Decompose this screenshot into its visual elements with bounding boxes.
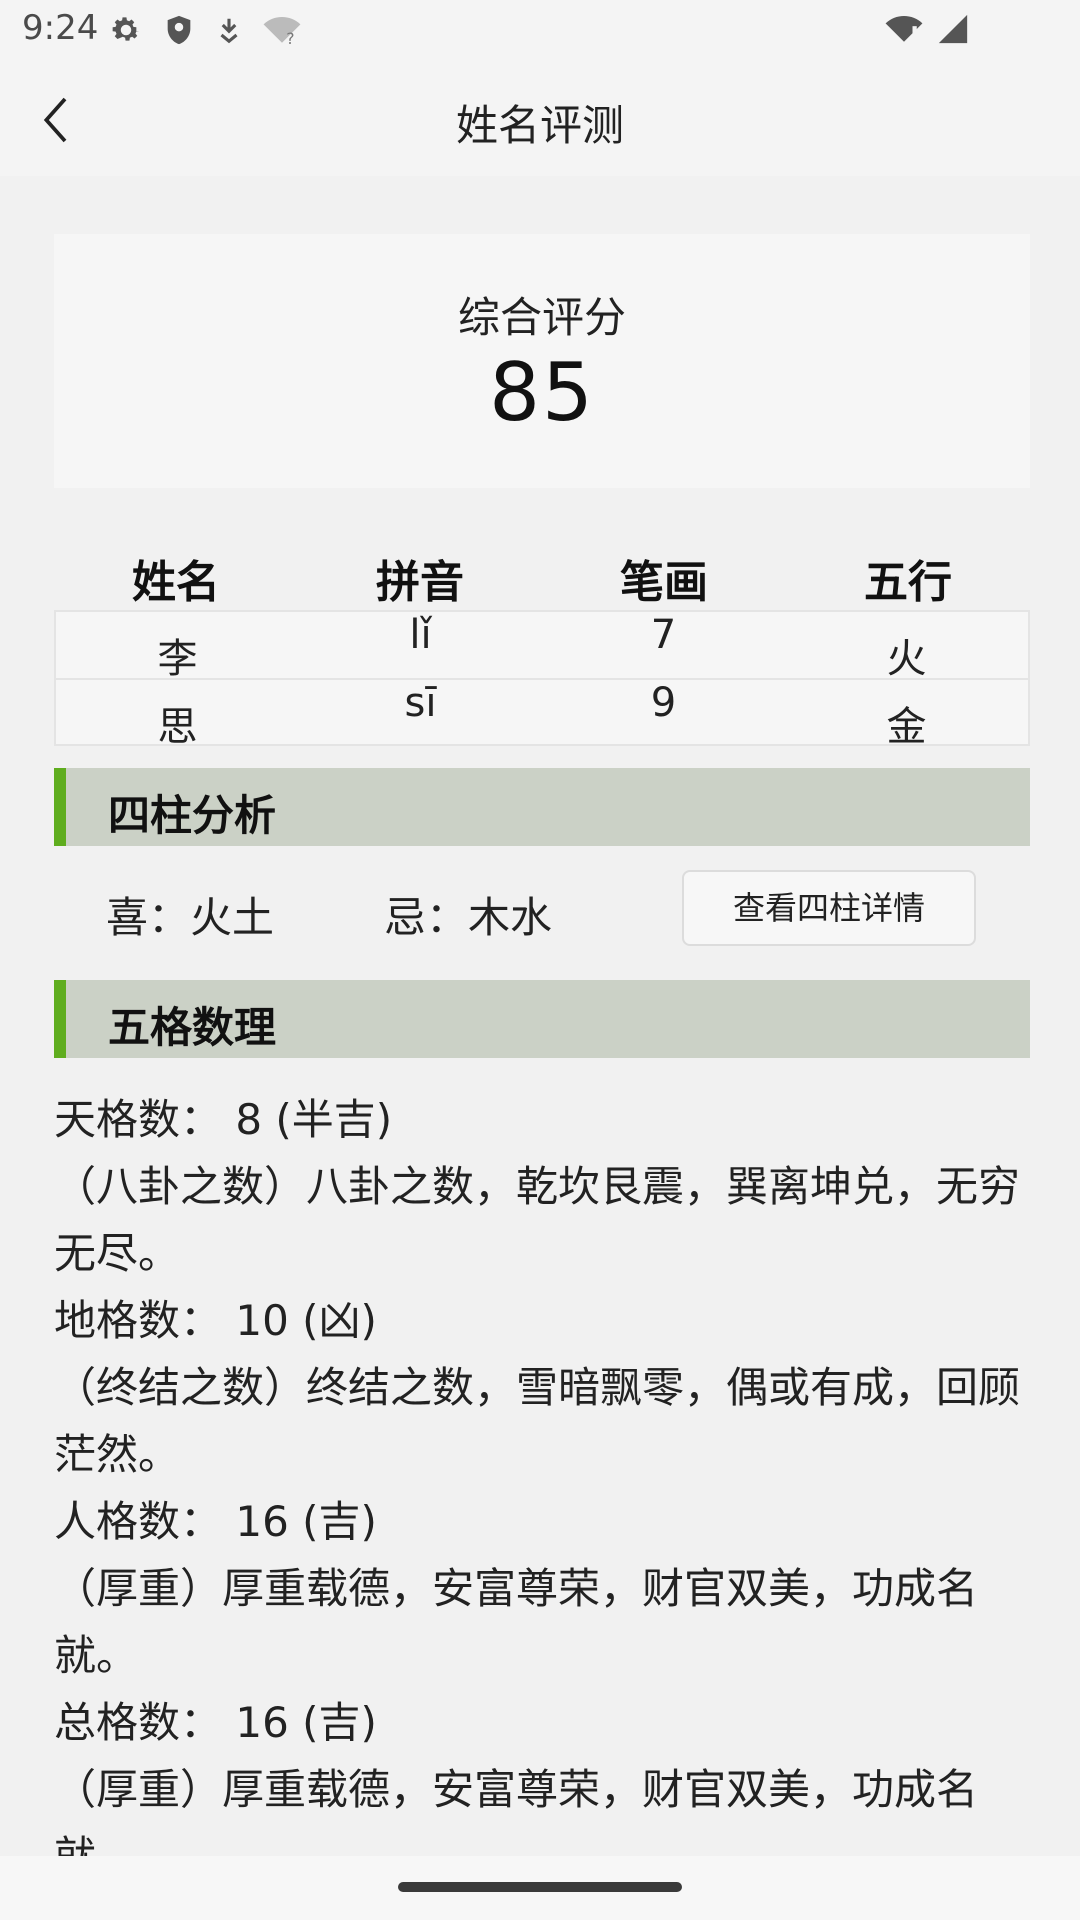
header-pinyin: 拼音: [376, 557, 464, 608]
cell-wuxing: 金: [886, 704, 927, 750]
gear-icon: [112, 17, 140, 41]
wuge-item-title: 总格数： 16 (吉): [54, 1698, 377, 1747]
table-row: 李 lǐ 7 火: [54, 610, 1030, 682]
cell-char: 思: [157, 704, 198, 750]
download-icon: [220, 18, 238, 44]
name-table-header: 姓名 拼音 笔画 五行: [54, 546, 1030, 610]
wuge-item-desc: （八卦之数）八卦之数，乾坎艮震，巽离坤兑，无穷无尽。: [54, 1162, 1021, 1278]
wifi-alert-icon: [885, 16, 923, 44]
wuge-section-header: 五格数理: [54, 980, 1030, 1058]
score-card: 综合评分 85: [54, 234, 1030, 488]
wuge-item-desc: （厚重）厚重载德，安富尊荣，财官双美，功成名就。: [54, 1765, 979, 1856]
cell-pinyin: sī: [404, 680, 437, 726]
wuge-item-title: 地格数： 10 (凶): [54, 1296, 377, 1345]
wuge-item-title: 天格数： 8 (半吉): [54, 1095, 393, 1144]
status-icons-left: ?: [108, 12, 302, 48]
status-icons-right: [884, 12, 970, 46]
score-value: 85: [489, 346, 595, 439]
header-strokes: 笔画: [620, 557, 708, 608]
view-sizhu-detail-button[interactable]: 查看四柱详情: [682, 870, 976, 946]
cell-signal-icon: [938, 14, 968, 44]
xi-ji-row: 喜：火土 忌：木水: [106, 884, 552, 945]
ji-text: 忌：木水: [384, 893, 553, 942]
cell-pinyin: lǐ: [409, 612, 432, 658]
cell-wuxing: 火: [886, 636, 927, 682]
xi-text: 喜：火土: [106, 893, 275, 942]
table-row: 思 sī 9 金: [54, 678, 1030, 750]
name-table: 姓名 拼音 笔画 五行 李 lǐ 7 火 思 sī 9 金: [54, 546, 1030, 750]
app-bar: 姓名评测: [0, 64, 1080, 176]
sizhu-section-title: 四柱分析: [108, 791, 277, 840]
status-bar: 9:24 ?: [0, 0, 1080, 64]
cell-char: 李: [157, 636, 198, 682]
wuge-list: 天格数： 8 (半吉) （八卦之数）八卦之数，乾坎艮震，巽离坤兑，无穷无尽。 地…: [54, 1086, 1044, 1856]
wuge-item-desc: （终结之数）终结之数，雪暗飘零，偶或有成，回顾茫然。: [54, 1363, 1021, 1479]
content-area[interactable]: 综合评分 85 姓名 拼音 笔画 五行 李 lǐ 7 火 思 sī 9 金 四柱…: [0, 176, 1080, 1856]
header-wuxing: 五行: [864, 557, 952, 608]
navigation-bar: [0, 1856, 1080, 1920]
shield-icon: [167, 15, 191, 45]
wuge-item-desc: （厚重）厚重载德，安富尊荣，财官双美，功成名就。: [54, 1564, 979, 1680]
sizhu-section-header: 四柱分析: [54, 768, 1030, 846]
cell-strokes: 7: [650, 612, 677, 658]
page-title: 姓名评测: [455, 101, 624, 150]
cell-strokes: 9: [650, 680, 677, 726]
wifi-question-icon: ?: [263, 17, 301, 47]
wuge-section-title: 五格数理: [108, 1003, 277, 1052]
wuge-item-title: 人格数： 16 (吉): [54, 1497, 377, 1546]
home-gesture-handle[interactable]: [398, 1882, 682, 1892]
score-label: 综合评分: [457, 293, 626, 342]
status-time: 9:24: [22, 8, 99, 48]
header-name: 姓名: [132, 557, 220, 608]
svg-text:?: ?: [286, 30, 294, 47]
